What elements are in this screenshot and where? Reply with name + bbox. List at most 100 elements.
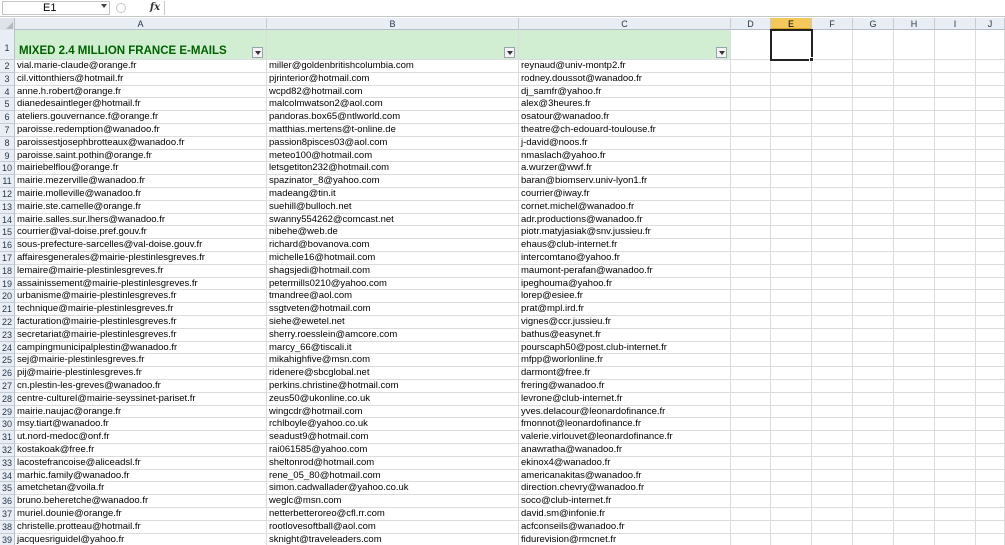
column-header-f[interactable]: F — [812, 18, 853, 30]
cell-f30[interactable] — [812, 418, 853, 432]
cell-a36[interactable]: bruno.beheretche@wanadoo.fr — [15, 495, 267, 508]
cell-e4[interactable] — [771, 85, 812, 99]
cell-b13[interactable]: suehill@bulloch.net — [267, 200, 519, 214]
cell-c26[interactable]: darmont@free.fr — [519, 367, 731, 380]
cell-d32[interactable] — [731, 444, 771, 457]
cell-f19[interactable] — [812, 277, 853, 291]
row-header[interactable]: 17 — [0, 252, 15, 265]
cell-i28[interactable] — [935, 392, 976, 406]
cell-d3[interactable] — [731, 72, 771, 86]
cell-h31[interactable] — [894, 431, 935, 444]
cell-e27[interactable] — [771, 380, 812, 393]
row-header[interactable]: 39 — [0, 533, 15, 545]
cell-f1[interactable] — [812, 30, 853, 60]
cell-i13[interactable] — [935, 200, 976, 214]
cell-d6[interactable] — [731, 111, 771, 124]
cell-f31[interactable] — [812, 431, 853, 444]
cell-g8[interactable] — [853, 136, 894, 150]
cell-e22[interactable] — [771, 316, 812, 329]
cell-d11[interactable] — [731, 175, 771, 188]
cell-f8[interactable] — [812, 136, 853, 150]
cell-j25[interactable] — [976, 354, 1005, 368]
cell-a21[interactable]: technique@mairie-plestinlesgreves.fr — [15, 303, 267, 316]
row-header[interactable]: 35 — [0, 482, 15, 496]
cell-b25[interactable]: mikahighfive@msn.com — [267, 354, 519, 368]
cell-a3[interactable]: cil.vittonthiers@hotmail.fr — [15, 72, 267, 86]
cell-f7[interactable] — [812, 124, 853, 137]
row-header[interactable]: 38 — [0, 520, 15, 534]
cell-c35[interactable]: direction.chevry@wanadoo.fr — [519, 482, 731, 496]
cell-f26[interactable] — [812, 367, 853, 380]
cell-g2[interactable] — [853, 60, 894, 73]
cell-b23[interactable]: sherry.roesslein@amcore.com — [267, 328, 519, 342]
cell-a20[interactable]: urbanisme@mairie-plestinlesgreves.fr — [15, 290, 267, 304]
cell-c37[interactable]: david.sm@infonie.fr — [519, 508, 731, 521]
cell-h30[interactable] — [894, 418, 935, 432]
cell-g39[interactable] — [853, 533, 894, 545]
cell-d1[interactable] — [731, 30, 771, 60]
cell-h25[interactable] — [894, 354, 935, 368]
cell-j38[interactable] — [976, 520, 1005, 534]
cell-j28[interactable] — [976, 392, 1005, 406]
cell-f32[interactable] — [812, 444, 853, 457]
cell-f35[interactable] — [812, 482, 853, 496]
cell-h2[interactable] — [894, 60, 935, 73]
cell-h29[interactable] — [894, 405, 935, 419]
cell-g6[interactable] — [853, 111, 894, 124]
cell-b18[interactable]: shagsjedi@hotmail.com — [267, 264, 519, 278]
cell-e8[interactable] — [771, 136, 812, 150]
cell-i22[interactable] — [935, 316, 976, 329]
cell-d28[interactable] — [731, 392, 771, 406]
row-header[interactable]: 21 — [0, 303, 15, 316]
cell-f17[interactable] — [812, 252, 853, 265]
header-cell-c[interactable] — [519, 30, 731, 60]
cell-j8[interactable] — [976, 136, 1005, 150]
column-header-e[interactable]: E — [771, 18, 812, 30]
cell-h36[interactable] — [894, 495, 935, 508]
cell-f5[interactable] — [812, 98, 853, 112]
cell-a17[interactable]: affairesgenerales@mairie-plestinlesgreve… — [15, 252, 267, 265]
cell-e12[interactable] — [771, 188, 812, 201]
cell-i3[interactable] — [935, 72, 976, 86]
cell-i38[interactable] — [935, 520, 976, 534]
cell-a26[interactable]: pij@mairie-plestinlesgreves.fr — [15, 367, 267, 380]
cell-j6[interactable] — [976, 111, 1005, 124]
cell-a6[interactable]: ateliers.gouvernance.f@orange.fr — [15, 111, 267, 124]
cell-g30[interactable] — [853, 418, 894, 432]
filter-dropdown-icon[interactable] — [716, 47, 727, 58]
cell-h11[interactable] — [894, 175, 935, 188]
cell-i14[interactable] — [935, 213, 976, 227]
column-header-h[interactable]: H — [894, 18, 935, 30]
cell-e7[interactable] — [771, 124, 812, 137]
cell-i32[interactable] — [935, 444, 976, 457]
cell-h7[interactable] — [894, 124, 935, 137]
cell-c24[interactable]: pourscaph50@post.club-internet.fr — [519, 341, 731, 355]
cell-h8[interactable] — [894, 136, 935, 150]
cell-d14[interactable] — [731, 213, 771, 227]
cell-c17[interactable]: intercomtano@yahoo.fr — [519, 252, 731, 265]
cell-g23[interactable] — [853, 328, 894, 342]
cell-b16[interactable]: richard@bovanova.com — [267, 239, 519, 252]
cell-h26[interactable] — [894, 367, 935, 380]
column-header-d[interactable]: D — [731, 18, 771, 30]
cell-b27[interactable]: perkins.christine@hotmail.com — [267, 380, 519, 393]
cell-d23[interactable] — [731, 328, 771, 342]
cell-f36[interactable] — [812, 495, 853, 508]
cell-c31[interactable]: valerie.virlouvet@leonardofinance.fr — [519, 431, 731, 444]
cell-g16[interactable] — [853, 239, 894, 252]
cell-j37[interactable] — [976, 508, 1005, 521]
row-header[interactable]: 5 — [0, 98, 15, 112]
cell-j29[interactable] — [976, 405, 1005, 419]
row-header[interactable]: 20 — [0, 290, 15, 304]
cell-e24[interactable] — [771, 341, 812, 355]
cell-h6[interactable] — [894, 111, 935, 124]
cell-h27[interactable] — [894, 380, 935, 393]
cell-j21[interactable] — [976, 303, 1005, 316]
cell-j16[interactable] — [976, 239, 1005, 252]
cell-j35[interactable] — [976, 482, 1005, 496]
cell-a34[interactable]: marhic.family@wanadoo.fr — [15, 469, 267, 483]
cell-a29[interactable]: mairie.naujac@orange.fr — [15, 405, 267, 419]
cell-h10[interactable] — [894, 162, 935, 176]
cell-e14[interactable] — [771, 213, 812, 227]
cell-d16[interactable] — [731, 239, 771, 252]
